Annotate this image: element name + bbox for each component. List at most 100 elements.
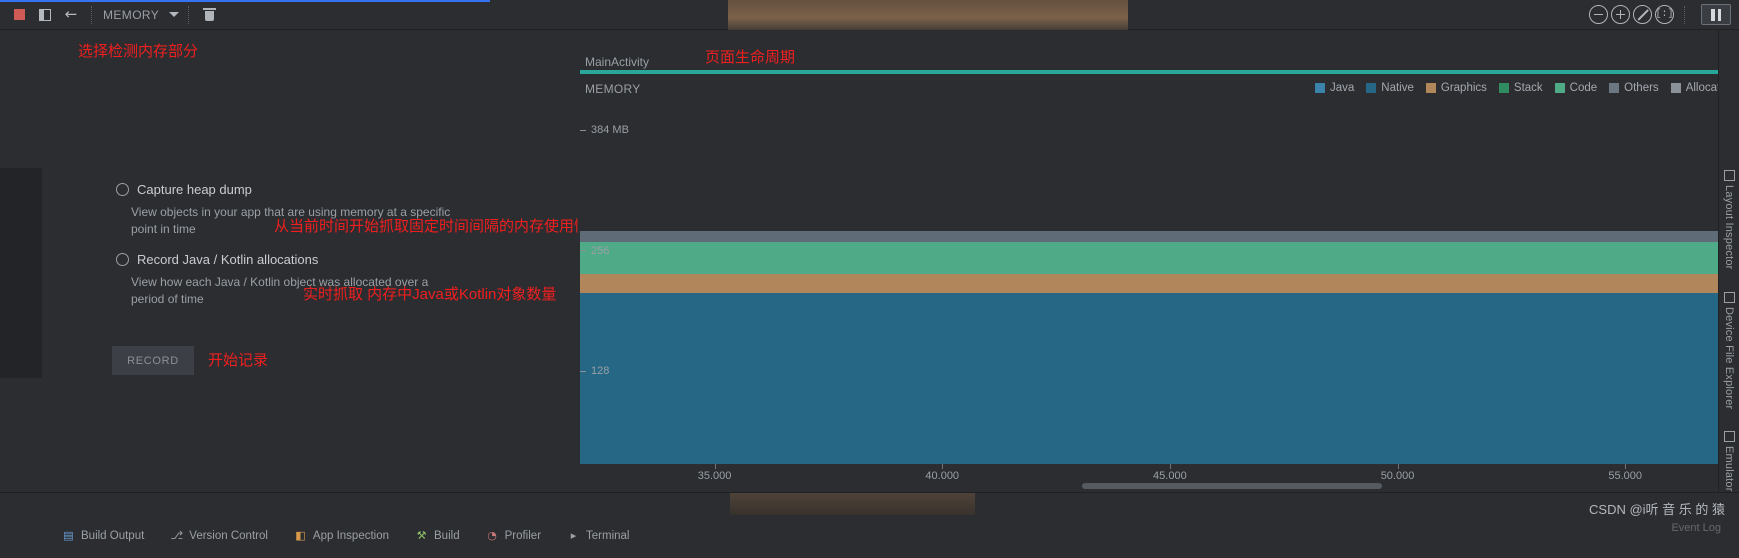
zoom-out-icon[interactable] <box>1589 5 1608 24</box>
reset-zoom-icon[interactable] <box>1633 5 1652 24</box>
x-tick-mark <box>714 464 716 469</box>
bottom-bar-item-label: Version Control <box>189 529 268 542</box>
profiler-icon: ◔ <box>487 529 497 542</box>
memory-legend: Java Native Graphics Stack Code Others Allocat… <box>1314 82 1733 94</box>
stop-icon <box>13 9 25 20</box>
x-tick-label: 40.000 <box>925 470 960 482</box>
legend-item-code[interactable]: Code <box>1554 82 1598 94</box>
horizontal-scrollbar[interactable] <box>1082 483 1382 489</box>
tool-window-icon <box>1723 291 1735 303</box>
bottom-tool-window-bar: ▤ Build Output ⎇ Version Control ◧ App Inspec… <box>0 492 1739 558</box>
legend-item-others[interactable]: Others <box>1609 82 1659 94</box>
legend-item-native[interactable]: Native <box>1366 82 1414 94</box>
chart-layer-stack <box>578 241 1739 274</box>
chart-left-gutter <box>578 102 580 492</box>
background-image-strip-bottom <box>730 493 975 515</box>
annotation-page-lifecycle: 页面生命周期 <box>705 49 796 66</box>
chart-layer-graphics <box>578 273 1739 293</box>
record-button[interactable]: RECORD <box>112 346 194 375</box>
pause-button[interactable] <box>1701 4 1731 25</box>
memory-profiler-pane: MainActivity 页面生命周期 MEMORY Java Native Gra… <box>578 0 1739 492</box>
trash-icon <box>202 7 216 22</box>
memory-chart-plot-area[interactable] <box>578 102 1739 492</box>
chevron-down-icon[interactable] <box>169 12 180 17</box>
annotation-select-memory-section: 选择检测内存部分 <box>78 43 199 60</box>
memory-chart-header: MEMORY Java Native Graphics Stack Code Others… <box>578 80 1739 102</box>
session-type-label: MEMORY <box>103 7 160 22</box>
bottom-bar-item-label: Terminal <box>586 529 630 542</box>
bottom-bar-item-profiler[interactable]: ◔ Profiler <box>486 529 541 542</box>
legend-label: Native <box>1381 82 1414 94</box>
bottom-bar-items: ▤ Build Output ⎇ Version Control ◧ App Inspec… <box>0 529 630 542</box>
toolbar-divider-3 <box>1684 5 1685 24</box>
x-tick-label: 55.000 <box>1608 470 1642 482</box>
zoom-in-icon[interactable] <box>1611 5 1630 24</box>
toolbar-right-group: [:] <box>1589 4 1739 25</box>
activity-lifecycle-bar <box>580 70 1739 74</box>
tool-window-icon <box>1723 430 1735 442</box>
y-axis-tick: 128 <box>580 365 609 377</box>
chart-layer-native <box>578 292 1739 464</box>
legend-swatch-icon <box>1498 83 1509 93</box>
radio-capture-heap-dump[interactable] <box>116 183 129 196</box>
build-icon: ▤ <box>63 529 74 542</box>
y-axis-tick: 256 <box>580 245 609 257</box>
legend-swatch-icon <box>1670 83 1681 93</box>
android-studio-profiler-window: ← MEMORY [:] 选择检测内存部分 Capture heap dump … <box>0 0 1739 558</box>
memory-chart-title: MEMORY <box>585 82 641 96</box>
legend-label: Stack <box>1513 82 1543 94</box>
radio-record-allocations[interactable] <box>116 253 129 266</box>
right-tool-rail: Layout Inspector Device File Explorer Emul… <box>1718 30 1739 492</box>
activity-lifecycle-track[interactable]: MainActivity 页面生命周期 <box>578 30 1739 74</box>
rail-item-device-file-explorer[interactable]: Device File Explorer <box>1723 291 1735 409</box>
legend-label: Graphics <box>1440 82 1487 94</box>
attach-to-live-icon[interactable]: [:] <box>1655 5 1674 24</box>
rail-item-label: Device File Explorer <box>1723 306 1735 409</box>
legend-swatch-icon <box>1609 83 1620 93</box>
panel-toggle-icon <box>39 8 51 21</box>
annotation-record-allocations: 实时抓取 内存中Java或Kotlin对象数量 <box>303 286 557 303</box>
legend-item-graphics[interactable]: Graphics <box>1425 82 1487 94</box>
bottom-bar-item-app-inspection[interactable]: ◧ App Inspection <box>294 529 389 542</box>
legend-swatch-icon <box>1425 83 1436 93</box>
toolbar-divider-2 <box>188 5 190 24</box>
rail-item-emulator[interactable]: Emulator <box>1723 430 1735 492</box>
delete-session-button[interactable] <box>196 2 222 28</box>
toolbar-divider-1 <box>91 5 92 24</box>
stop-session-button[interactable] <box>6 2 32 28</box>
y-tick-mark <box>580 370 586 372</box>
panel-shadow-block <box>0 168 42 378</box>
tool-window-icon <box>1723 170 1735 181</box>
x-tick-mark <box>1169 464 1171 469</box>
bottom-bar-item-version-control[interactable]: ⎇ Version Control <box>170 529 268 542</box>
x-tick-mark <box>942 464 944 469</box>
inspect-icon: ◧ <box>295 529 306 542</box>
memory-chart[interactable]: 384 MB 256 128 35.000 40.000 45.000 50.000 55.… <box>578 102 1739 492</box>
legend-label: Code <box>1569 82 1598 94</box>
option-title: Capture heap dump <box>137 182 252 197</box>
bottom-bar-item-build-output[interactable]: ▤ Build Output <box>62 529 144 542</box>
record-button-label: RECORD <box>127 354 179 367</box>
chart-layer-allocated <box>578 231 1739 242</box>
y-tick-label: 384 MB <box>591 124 629 136</box>
y-tick-mark <box>580 129 586 131</box>
annotation-heap-dump: 从当前时间开始抓取固定时间间隔的内存使用情况 <box>274 218 605 235</box>
bottom-bar-item-terminal[interactable]: ▸ Terminal <box>567 529 630 542</box>
legend-label: Java <box>1329 82 1355 94</box>
back-button[interactable]: ← <box>58 2 84 28</box>
bottom-bar-item-build[interactable]: ⚒ Build <box>415 529 460 542</box>
y-axis-tick: 384 MB <box>580 124 629 136</box>
loading-progress-bar <box>0 0 490 2</box>
background-image-strip <box>728 0 1128 30</box>
legend-item-stack[interactable]: Stack <box>1498 82 1543 94</box>
legend-item-java[interactable]: Java <box>1314 82 1355 94</box>
memory-capture-options-panel: 选择检测内存部分 Capture heap dump View objects … <box>0 30 604 492</box>
legend-swatch-icon <box>1554 83 1565 93</box>
x-tick-mark <box>1625 464 1627 469</box>
bottom-bar-item-label: Profiler <box>504 529 542 542</box>
event-log-label[interactable]: Event Log <box>1671 522 1721 534</box>
toggle-sessions-panel-button[interactable] <box>32 2 58 28</box>
rail-item-layout-inspector[interactable]: Layout Inspector <box>1723 170 1735 270</box>
rail-item-label: Emulator <box>1723 445 1735 492</box>
y-tick-label: 128 <box>591 365 610 378</box>
